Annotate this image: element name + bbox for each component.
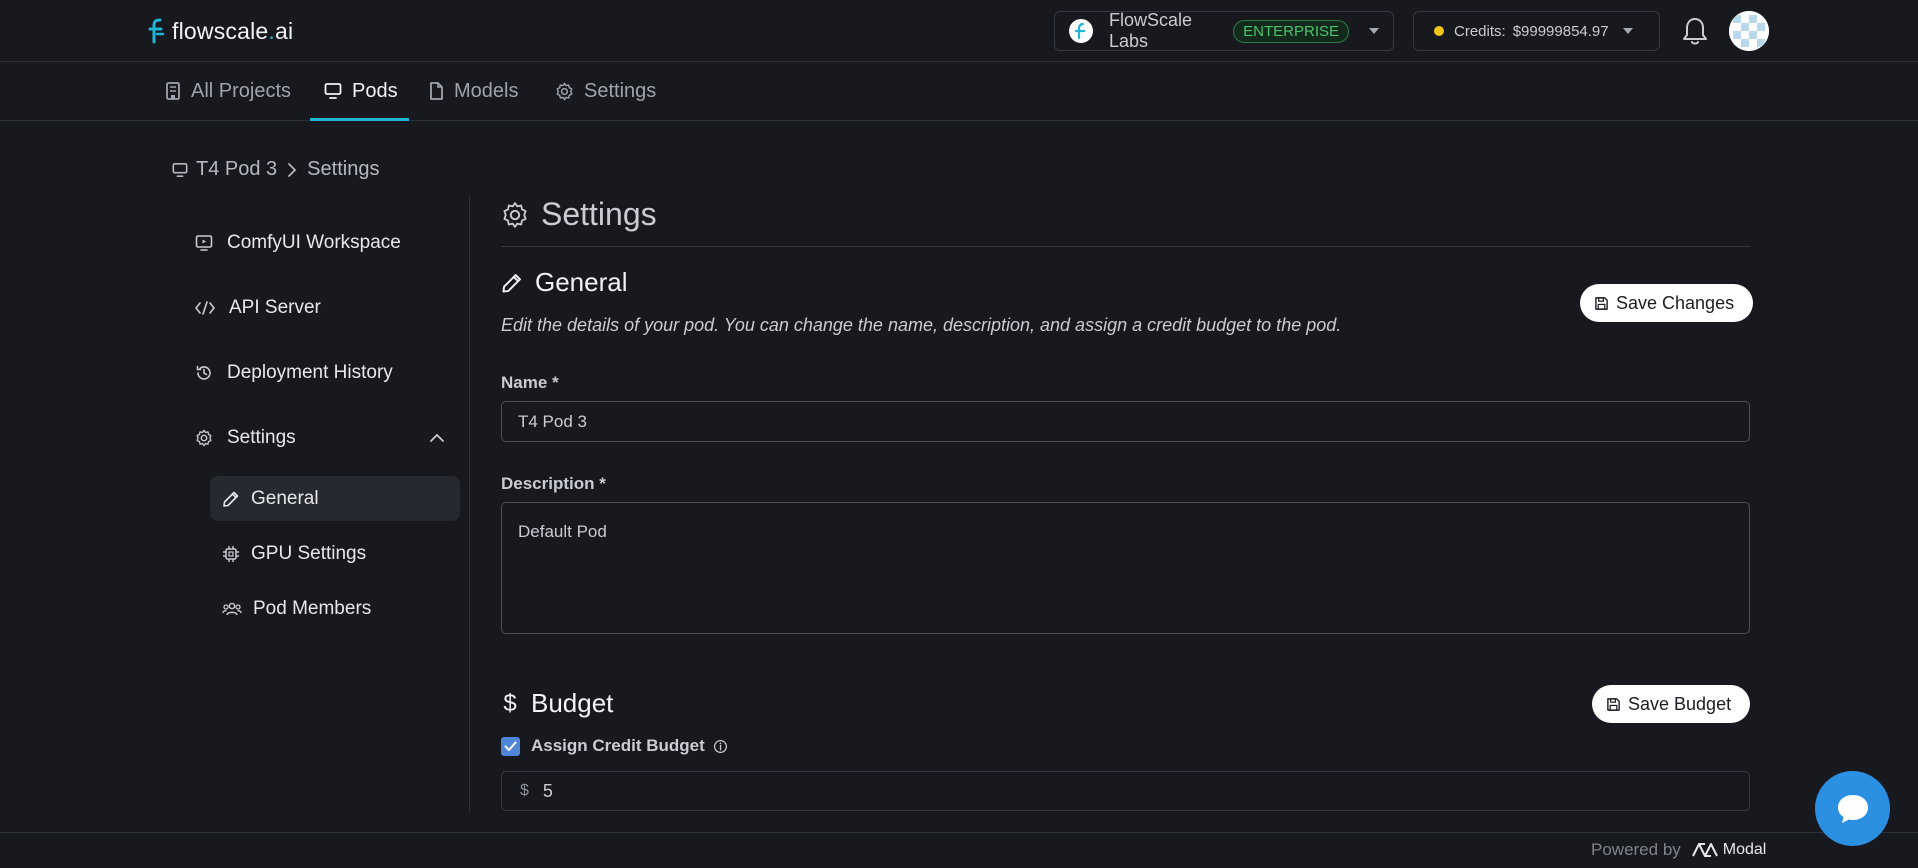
tab-settings[interactable]: Settings [555,62,656,120]
main-tabs: All Projects Pods Models Settings [0,62,1918,121]
building-icon [165,81,181,101]
plan-badge: ENTERPRISE [1233,19,1349,43]
tab-models[interactable]: Models [428,62,518,120]
top-bar: flowscale.ai FlowScale Labs ENTERPRISE C… [0,0,1918,62]
tab-all-projects[interactable]: All Projects [165,62,291,120]
check-icon [504,741,517,752]
assign-budget-checkbox[interactable] [501,737,520,756]
button-label: Save Budget [1628,693,1732,714]
chip-icon [222,545,240,563]
history-icon [195,364,213,382]
gear-icon [195,429,213,447]
pencil-icon [222,490,240,508]
assign-budget-label: Assign Credit Budget [531,736,728,756]
currency-prefix: $ [520,782,529,799]
credits-selector[interactable]: Credits: $99999854.97 [1413,11,1660,51]
users-icon [222,601,242,617]
save-icon [1606,697,1621,712]
title-divider [501,246,1750,247]
description-textarea[interactable]: Default Pod [501,502,1750,634]
sidebar-item-label: ComfyUI Workspace [227,232,401,253]
credits-status-dot [1434,26,1444,36]
sidebar-item-label: Settings [227,427,296,448]
sidebar-item-label: General [251,487,319,509]
monitor-icon [324,82,342,100]
pencil-icon [501,272,523,294]
button-label: Save Changes [1616,292,1735,313]
budget-value: 5 [542,780,553,801]
info-icon[interactable] [713,739,728,754]
description-label: Description * [501,474,606,493]
brand-dot: . [268,17,275,44]
chevron-up-icon[interactable] [429,433,445,443]
chevron-down-icon [1369,28,1379,34]
chat-widget-button[interactable] [1815,771,1890,846]
org-logo-icon [1069,19,1093,43]
tab-label: Models [454,79,519,102]
powered-by: Powered by Modal [1591,840,1766,860]
sidebar-divider [469,196,470,812]
monitor-icon [172,162,188,178]
save-icon [1594,296,1609,311]
chevron-down-icon [1622,28,1633,34]
sidebar-item-api-server[interactable]: API Server [195,297,321,319]
bell-icon[interactable] [1682,16,1708,46]
sidebar-item-label: API Server [229,297,321,318]
modal-brand[interactable]: Modal [1691,841,1767,859]
sidebar-subitem-pod-members[interactable]: Pod Members [210,586,460,631]
credits-label: Credits: [1454,22,1506,40]
brand-name: flowscale [172,17,269,44]
powered-by-text: Powered by [1591,840,1681,859]
name-label: Name * [501,373,559,392]
section-title-text: Budget [531,688,614,718]
chat-icon [1835,791,1871,827]
tab-label: All Projects [191,79,292,102]
breadcrumb: T4 Pod 3 Settings [172,158,379,181]
sidebar-subitem-general[interactable]: General [210,476,460,521]
budget-amount-input[interactable]: $ 5 [501,771,1750,811]
sidebar-item-label: GPU Settings [251,542,367,564]
sidebar-item-comfyui-workspace[interactable]: ComfyUI Workspace [195,232,401,254]
page-title: Settings [501,196,657,233]
name-input[interactable] [501,401,1750,442]
budget-section-title: $ Budget [501,688,613,719]
page-title-text: Settings [541,196,657,232]
chevron-right-icon [287,162,297,178]
brand-logo[interactable]: flowscale.ai [148,16,293,46]
save-changes-button[interactable]: Save Changes [1580,284,1754,322]
tab-label: Pods [352,79,398,102]
tab-pods[interactable]: Pods [310,62,409,121]
brand-suffix: ai [275,17,294,44]
organization-selector[interactable]: FlowScale Labs ENTERPRISE [1054,10,1394,51]
org-name: FlowScale Labs [1109,10,1193,51]
footer-divider [0,832,1918,833]
gear-icon [501,201,529,229]
section-title-text: General [535,267,628,297]
flowscale-logo-icon [148,18,166,44]
sidebar-item-label: Deployment History [227,362,393,383]
screen-play-icon [195,234,213,252]
sidebar-item-label: Pod Members [253,597,372,619]
tab-label: Settings [584,79,657,102]
file-icon [428,81,444,101]
code-icon [195,300,215,316]
provider-name: Modal [1722,841,1767,858]
sidebar-item-settings[interactable]: Settings [195,427,445,449]
general-section-title: General [501,267,628,298]
breadcrumb-current: Settings [307,158,380,180]
breadcrumb-pod-link[interactable]: T4 Pod 3 [196,158,277,181]
save-budget-button[interactable]: Save Budget [1592,685,1751,723]
sidebar-subitem-gpu-settings[interactable]: GPU Settings [210,531,460,576]
gear-icon [555,82,574,101]
credits-value: $99999854.97 [1512,22,1609,40]
user-avatar[interactable] [1729,11,1769,51]
modal-logo-icon [1691,842,1719,858]
sidebar-item-deployment-history[interactable]: Deployment History [195,362,393,384]
check-label-text: Assign Credit Budget [531,736,705,755]
general-description: Edit the details of your pod. You can ch… [501,315,1342,335]
dollar-icon: $ [503,689,517,717]
